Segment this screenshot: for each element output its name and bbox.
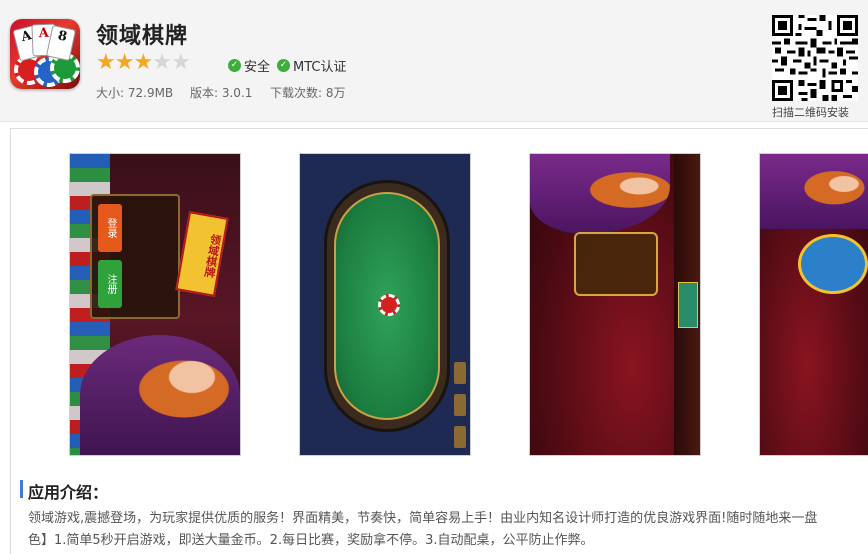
star-empty-icon: ★ xyxy=(152,50,172,75)
login-dialog: 登录 注册 xyxy=(90,194,180,319)
qr-code-icon[interactable] xyxy=(772,15,858,101)
character-illustration xyxy=(760,154,868,229)
badge-safe: ✓ 安全 xyxy=(228,56,270,75)
intro-heading: 应用介绍： xyxy=(28,483,109,502)
app-icon: A A 8 xyxy=(10,19,80,89)
game-emblem xyxy=(798,234,868,294)
badge-mtc: ✓ MTC认证 xyxy=(277,56,346,75)
intro-text-line-1: 领域游戏,震撼登场，为玩家提供优质的服务！界面精美，节奏快，简单容易上手！由业内… xyxy=(28,511,818,526)
game-room-card xyxy=(574,232,658,296)
app-title: 领域棋牌 xyxy=(96,24,189,49)
badge-safe-label: 安全 xyxy=(244,60,271,75)
screenshot-3[interactable] xyxy=(529,153,701,456)
rating-stars: ★★★★★ xyxy=(96,50,191,75)
register-button: 注册 xyxy=(98,260,122,308)
star-filled-icon: ★ xyxy=(114,50,135,75)
character-illustration xyxy=(80,335,240,455)
app-header: A A 8 领域棋牌 ★★★★★ ✓ 安全 ✓ MTC认证 大小: 72.9MB… xyxy=(0,0,868,122)
check-shield-icon: ✓ xyxy=(277,59,290,72)
star-filled-icon: ★ xyxy=(133,50,154,75)
screenshot-2[interactable] xyxy=(299,153,471,456)
screenshot-4[interactable] xyxy=(759,153,868,456)
game-logo: 领域棋牌 xyxy=(175,211,229,297)
qr-code-label: 扫描二维码安装 xyxy=(772,106,849,119)
section-accent-bar xyxy=(20,480,23,498)
side-button xyxy=(454,426,466,448)
badge-mtc-label: MTC认证 xyxy=(293,60,347,75)
side-button xyxy=(454,394,466,416)
side-button xyxy=(454,362,466,384)
character-illustration xyxy=(530,154,670,234)
star-empty-icon: ★ xyxy=(170,50,191,75)
poker-chip-icon xyxy=(378,294,400,316)
screenshot-1[interactable]: 登录 注册 领域棋牌 xyxy=(69,153,241,456)
app-version: 版本: 3.0.1 xyxy=(190,86,253,100)
login-button: 登录 xyxy=(98,204,122,252)
app-downloads: 下载次数: 8万 xyxy=(270,86,346,100)
check-shield-icon: ✓ xyxy=(228,59,241,72)
game-tag xyxy=(678,282,698,328)
app-size: 大小: 72.9MB xyxy=(96,86,174,100)
intro-text-line-2: 色】1.简单5秒开启游戏，即送大量金币。2.每日比赛，奖励拿不停。3.自动配桌，… xyxy=(28,533,594,548)
star-filled-icon: ★ xyxy=(96,50,116,75)
